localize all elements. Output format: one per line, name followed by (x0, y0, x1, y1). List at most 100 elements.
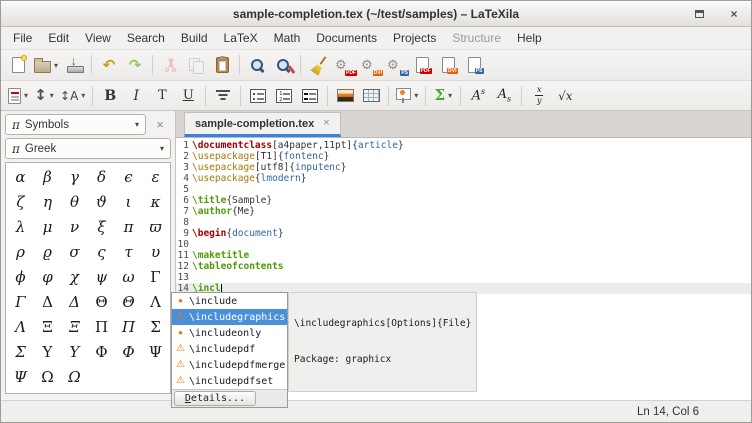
menu-math[interactable]: Math (266, 27, 309, 49)
bold-button[interactable]: B (97, 83, 123, 109)
symbol-button[interactable]: Ω (68, 370, 80, 385)
symbol-button[interactable]: ϖ (149, 220, 161, 235)
titlebar[interactable]: sample-completion.tex (~/test/samples) –… (1, 1, 751, 27)
references-button[interactable]: ↕▾ (31, 83, 57, 109)
symbol-button[interactable]: Π (122, 320, 135, 335)
code-line[interactable]: 2\usepackage[T1]{fontenc} (176, 151, 751, 162)
code-line[interactable]: 1\documentclass[a4paper,11pt]{article} (176, 140, 751, 151)
symbol-button[interactable]: μ (43, 220, 53, 235)
symbol-button[interactable]: ι (126, 195, 132, 210)
symbol-button[interactable]: Ψ (14, 370, 27, 385)
code-line[interactable]: 12\tableofcontents (176, 261, 751, 272)
symbol-button[interactable]: ρ (16, 245, 25, 260)
panel-selector-combo[interactable]: π Symbols ▾ (5, 114, 146, 135)
details-button[interactable]: Details... (174, 391, 256, 406)
symbol-button[interactable]: Υ (70, 345, 80, 360)
completion-item-includepdfmerge[interactable]: ⚠\includepdfmerge (172, 357, 287, 373)
sections-button[interactable]: ▾ (5, 83, 31, 109)
symbol-button[interactable]: ζ (16, 195, 24, 210)
open-document-button[interactable]: ▾ (31, 52, 61, 78)
symbol-button[interactable]: η (43, 195, 52, 210)
build-pdf-button[interactable]: ⚙PDF (331, 52, 357, 78)
code-line[interactable]: 10 (176, 239, 751, 250)
list-enumerate-button[interactable] (271, 83, 297, 109)
symbol-button[interactable]: ξ (97, 220, 105, 235)
symbol-button[interactable]: Ω (41, 370, 53, 385)
symbol-button[interactable]: β (43, 170, 52, 185)
build-ps-button[interactable]: ⚙PS (383, 52, 409, 78)
symbol-button[interactable]: ϱ (43, 245, 52, 260)
tab-close-icon[interactable]: × (323, 118, 329, 129)
menu-build[interactable]: Build (173, 27, 216, 49)
menu-help[interactable]: Help (509, 27, 550, 49)
symbol-button[interactable]: ϕ (15, 270, 25, 285)
menu-latex[interactable]: LaTeX (216, 27, 266, 49)
underline-button[interactable]: U (175, 83, 201, 109)
symbol-button[interactable]: Π (95, 320, 108, 335)
typewriter-button[interactable]: T (149, 83, 175, 109)
completion-item-includepdfset[interactable]: ⚠\includepdfset (172, 373, 287, 389)
code-line[interactable]: 7\author{Me} (176, 206, 751, 217)
symbol-button[interactable]: Φ (95, 345, 107, 360)
symbol-button[interactable]: Ξ (69, 320, 80, 335)
symbol-button[interactable]: ϑ (96, 195, 107, 210)
completion-item-includeonly[interactable]: ●\includeonly (172, 325, 287, 341)
code-line[interactable]: 4\usepackage{lmodern} (176, 173, 751, 184)
clean-build-files-button[interactable] (305, 52, 331, 78)
code-line[interactable]: 8 (176, 217, 751, 228)
menu-file[interactable]: File (5, 27, 40, 49)
symbol-button[interactable]: Φ (122, 345, 134, 360)
insert-table-button[interactable] (358, 83, 384, 109)
code-line[interactable]: 13 (176, 272, 751, 283)
symbol-button[interactable]: ψ (96, 270, 108, 285)
symbol-button[interactable]: Σ (150, 320, 161, 335)
save-document-button[interactable]: ↓ (61, 52, 87, 78)
code-line[interactable]: 3\usepackage[utf8]{inputenc} (176, 162, 751, 173)
code-line[interactable]: 9\begin{document} (176, 228, 751, 239)
symbol-button[interactable]: ϵ (124, 170, 132, 185)
menu-projects[interactable]: Projects (385, 27, 444, 49)
symbol-category-combo[interactable]: π Greek ▾ (5, 138, 171, 159)
build-dvi-button[interactable]: ⚙DVI (357, 52, 383, 78)
presentation-button[interactable]: ▾ (393, 83, 421, 109)
insert-image-button[interactable] (332, 83, 358, 109)
symbol-button[interactable]: φ (42, 270, 53, 285)
symbol-button[interactable]: ν (70, 220, 79, 235)
symbol-button[interactable]: κ (151, 195, 161, 210)
square-root-button[interactable]: √x (552, 83, 578, 109)
symbol-button[interactable]: χ (70, 270, 79, 285)
paste-button[interactable] (209, 52, 235, 78)
symbol-button[interactable]: Γ (15, 295, 25, 310)
symbol-button[interactable]: τ (124, 245, 132, 260)
new-document-button[interactable] (5, 52, 31, 78)
symbol-button[interactable]: Γ (150, 270, 160, 285)
italic-button[interactable]: I (123, 83, 149, 109)
symbol-button[interactable]: Δ (42, 295, 53, 310)
symbol-button[interactable]: Λ (150, 295, 161, 310)
symbol-button[interactable]: Δ (69, 295, 80, 310)
view-ps-button[interactable]: PS (461, 52, 487, 78)
search-and-replace-button[interactable] (270, 52, 296, 78)
completion-item-include[interactable]: ●\include (172, 293, 287, 309)
symbol-button[interactable]: σ (69, 245, 79, 260)
symbol-button[interactable]: Ψ (149, 345, 162, 360)
symbol-button[interactable]: Θ (95, 295, 107, 310)
superscript-button[interactable]: As (465, 83, 491, 109)
list-description-button[interactable] (297, 83, 323, 109)
tab-sample-completion[interactable]: sample-completion.tex × (184, 112, 341, 137)
close-button[interactable]: × (727, 7, 741, 21)
symbol-button[interactable]: δ (97, 170, 106, 185)
symbol-button[interactable]: γ (70, 170, 79, 185)
symbol-button[interactable]: ε (151, 170, 159, 185)
characters-size-button[interactable]: ↕A▾ (57, 83, 88, 109)
menu-edit[interactable]: Edit (40, 27, 77, 49)
fraction-button[interactable]: xy (526, 83, 552, 109)
view-dvi-button[interactable]: DVI (435, 52, 461, 78)
symbol-button[interactable]: α (15, 170, 25, 185)
completion-item-includegraphics[interactable]: ⚠\includegraphics (172, 309, 287, 325)
list-itemize-button[interactable] (245, 83, 271, 109)
symbol-button[interactable]: υ (151, 245, 160, 260)
symbol-button[interactable]: π (124, 220, 134, 235)
center-button[interactable] (210, 83, 236, 109)
side-panel-close-button[interactable]: × (149, 114, 171, 135)
